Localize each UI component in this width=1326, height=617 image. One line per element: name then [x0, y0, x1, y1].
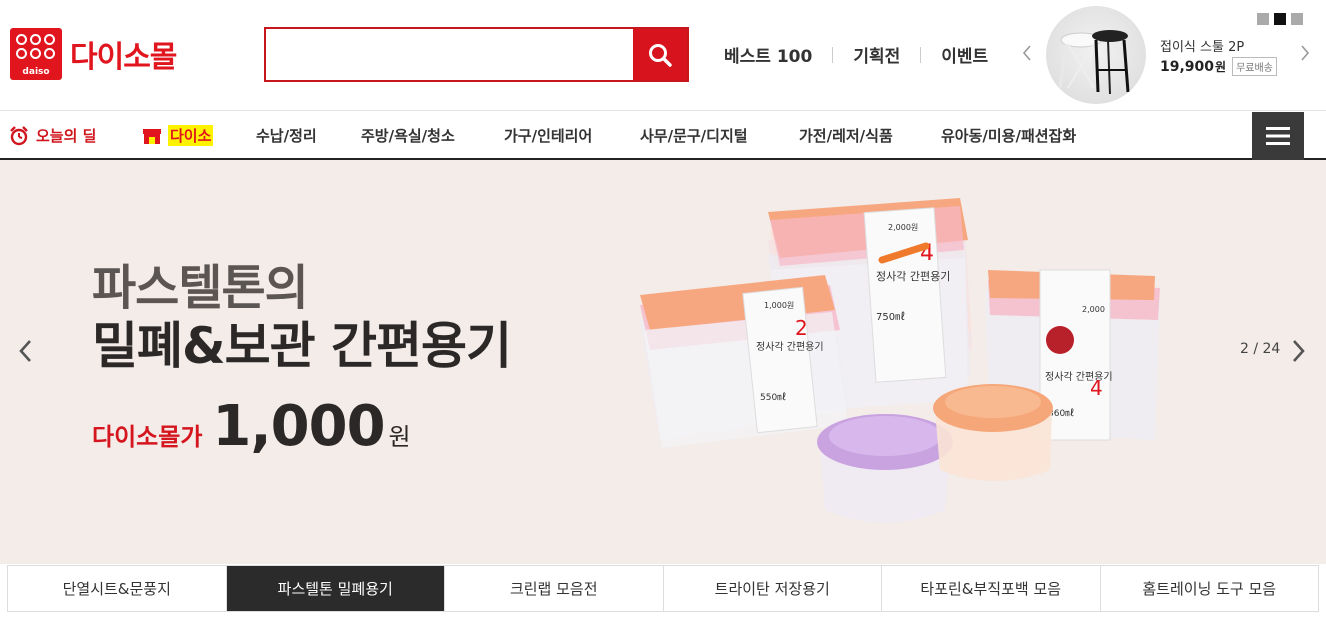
- nav-item-furniture-interior[interactable]: 가구/인테리어: [504, 125, 592, 146]
- link-events[interactable]: 이벤트: [941, 42, 988, 67]
- food-container-product-image: 정사각 간편용기 4 750㎖ 2,000원 정사각 간편용기 2 550㎖ 1…: [640, 198, 1160, 523]
- nav-item-daiso[interactable]: 다이소: [142, 125, 214, 146]
- category-nav: 오늘의 딜 다이소 수납/정리 주방/욕실/청소 가구/인테리어 사무/문구/디…: [0, 110, 1326, 160]
- banner-price-label: 다이소몰가: [92, 423, 203, 451]
- label-price: 2,000: [1082, 305, 1105, 314]
- search-input[interactable]: [266, 29, 633, 80]
- promo-pager-dot-active[interactable]: [1274, 13, 1286, 25]
- tab-insulation-sheets[interactable]: 단열시트&문풍지: [8, 566, 227, 611]
- header: daiso 다이소몰 베스트 100 기획전 이벤트 접이식 스툴 2P 19,…: [0, 0, 1326, 110]
- label-volume: 550㎖: [760, 392, 786, 403]
- logo-sub-text: daiso: [22, 67, 50, 77]
- banner-price: 다이소몰가 1,000 원: [92, 394, 411, 459]
- banner-slide-counter: 2 / 24: [1240, 341, 1281, 357]
- banner-next-chevron-icon[interactable]: [1288, 336, 1310, 370]
- tab-tritan-storage[interactable]: 트라이탄 저장용기: [663, 566, 882, 611]
- nav-item-label: 오늘의 딜: [36, 127, 97, 145]
- daiso-mall-logo[interactable]: daiso 다이소몰: [10, 28, 177, 80]
- alarm-clock-icon: [10, 125, 28, 145]
- banner-price-value: 1,000: [212, 394, 385, 459]
- nav-item-storage[interactable]: 수납/정리: [256, 125, 317, 146]
- promo-next-chevron-icon[interactable]: [1300, 45, 1310, 65]
- nav-item-kids-beauty-fashion[interactable]: 유아동/미용/패션잡화: [941, 125, 1076, 146]
- promo-price-value: 19,900: [1160, 58, 1215, 75]
- search-icon: [649, 43, 672, 67]
- label-price: 2,000원: [888, 223, 918, 232]
- tab-tarpaulin-bags[interactable]: 타포린&부직포백 모음: [882, 566, 1101, 611]
- main-banner[interactable]: 파스텔톤의 밀폐&보관 간편용기 다이소몰가 1,000 원 정사각 간편용기 …: [0, 160, 1326, 564]
- divider: [832, 46, 834, 63]
- promo-prev-chevron-icon[interactable]: [1022, 45, 1032, 65]
- label-volume: 750㎖: [876, 311, 905, 323]
- label-text: 정사각 간편용기: [756, 341, 824, 353]
- round-container-purple: [817, 414, 953, 523]
- label-text: 정사각 간편용기: [876, 270, 950, 283]
- promo-pager-dot[interactable]: [1257, 13, 1269, 25]
- tab-pastel-containers[interactable]: 파스텔톤 밀폐용기: [226, 566, 445, 611]
- all-menu-button[interactable]: [1252, 112, 1304, 160]
- promo-price: 19,900 원 무료배송: [1160, 57, 1277, 76]
- promo-product-image[interactable]: [1046, 6, 1146, 104]
- nav-item-office-digital[interactable]: 사무/문구/디지털: [640, 125, 748, 146]
- promo-pager: [1257, 13, 1303, 25]
- banner-prev-chevron-icon[interactable]: [14, 336, 36, 370]
- label-price: 1,000원: [764, 301, 794, 310]
- tab-home-training[interactable]: 홈트레이닝 도구 모음: [1100, 566, 1318, 611]
- divider: [920, 46, 922, 63]
- promo-pager-dot[interactable]: [1291, 13, 1303, 25]
- nav-item-label: 다이소: [168, 125, 214, 146]
- banner-tabs: 단열시트&문풍지 파스텔톤 밀폐용기 크린랩 모음전 트라이탄 저장용기 타포린…: [7, 565, 1319, 612]
- promo-price-unit: 원: [1215, 60, 1227, 74]
- label-count: 4: [1090, 376, 1103, 400]
- banner-price-unit: 원: [388, 423, 411, 451]
- logo-dots: [16, 34, 55, 59]
- nav-item-kitchen-bath[interactable]: 주방/욕실/청소: [361, 125, 455, 146]
- container-stack-small: 정사각 간편용기 2 550㎖ 1,000원: [640, 275, 850, 448]
- nav-item-appliance-leisure-food[interactable]: 가전/레저/식품: [799, 125, 893, 146]
- search-button[interactable]: [633, 29, 687, 80]
- tab-cleanwrap[interactable]: 크린랩 모음전: [445, 566, 664, 611]
- top-links: 베스트 100 기획전 이벤트: [724, 42, 988, 67]
- logo-text: 다이소몰: [70, 40, 177, 75]
- promo-title[interactable]: 접이식 스툴 2P: [1160, 36, 1244, 55]
- round-container-orange: [933, 384, 1053, 481]
- daiso-logo-mark: daiso: [10, 28, 62, 80]
- store-icon: [143, 128, 161, 144]
- link-best-100[interactable]: 베스트 100: [724, 42, 812, 67]
- hamburger-icon: [1266, 127, 1290, 145]
- label-count: 2: [795, 316, 808, 340]
- banner-headline-2: 밀폐&보관 간편용기: [92, 317, 512, 375]
- free-shipping-badge: 무료배송: [1232, 57, 1277, 76]
- nav-item-todays-deal[interactable]: 오늘의 딜: [8, 125, 96, 146]
- link-special-exhibition[interactable]: 기획전: [853, 42, 900, 67]
- search-bar: [264, 27, 689, 82]
